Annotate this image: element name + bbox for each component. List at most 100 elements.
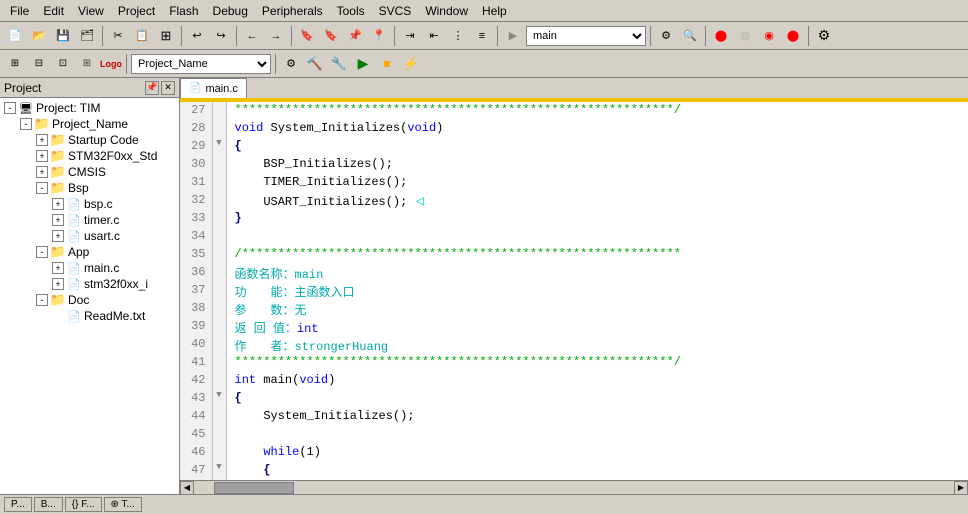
menu-tools[interactable]: Tools (331, 2, 371, 20)
project-tree[interactable]: - 🖥 Project: TIM - 📁 Project_Name + 📁 St… (0, 98, 179, 494)
scroll-thumb[interactable] (214, 482, 294, 494)
status-tab-project[interactable]: P... (4, 497, 32, 512)
table-row: 47 ▼ { (180, 462, 968, 480)
status-tab-build[interactable]: B... (34, 497, 63, 512)
bookmark4-button[interactable]: 📍 (368, 25, 390, 47)
menu-debug[interactable]: Debug (207, 2, 254, 20)
proj-build-button[interactable]: 🔨 (304, 53, 326, 75)
tree-item-bspc[interactable]: + 📄 bsp.c (50, 196, 177, 212)
toggle-project[interactable]: - (20, 118, 32, 130)
tool1-button[interactable]: ⚙ (655, 25, 677, 47)
table-row: 45 (180, 426, 968, 444)
tree-item-startup[interactable]: + 📁 Startup Code (34, 132, 177, 148)
tree-item-project[interactable]: - 📁 Project_Name (18, 116, 177, 132)
run-button[interactable]: ▶ (502, 25, 524, 47)
toggle-startup[interactable]: + (36, 134, 48, 146)
tree-item-timerc[interactable]: + 📄 timer.c (50, 212, 177, 228)
line-mark (212, 228, 226, 246)
proj-rebuild-button[interactable]: 🔧 (328, 53, 350, 75)
menu-peripherals[interactable]: Peripherals (256, 2, 329, 20)
debug1-button[interactable]: ⬤ (710, 25, 732, 47)
menu-window[interactable]: Window (419, 2, 474, 20)
nav-back-button[interactable]: ← (241, 25, 263, 47)
format2-button[interactable]: ≡ (471, 25, 493, 47)
tree-item-root[interactable]: - 🖥 Project: TIM (2, 100, 177, 116)
toggle-doc[interactable]: - (36, 294, 48, 306)
redo-button[interactable]: ↪ (210, 25, 232, 47)
paste-button[interactable]: ⊞ (155, 25, 177, 47)
proj-btn4[interactable]: ⊞ (76, 53, 98, 75)
editor-tab-mainc[interactable]: 📄 main.c (180, 78, 247, 98)
toggle-stm32[interactable]: + (36, 150, 48, 162)
line-number: 44 (180, 408, 212, 426)
proj-btn3[interactable]: ⊡ (52, 53, 74, 75)
panel-pin-button[interactable]: 📌 (145, 81, 159, 95)
toggle-root[interactable]: - (4, 102, 16, 114)
cut-button[interactable]: ✂ (107, 25, 129, 47)
menu-flash[interactable]: Flash (163, 2, 204, 20)
line-number: 45 (180, 426, 212, 444)
tree-item-usartc[interactable]: + 📄 usart.c (50, 228, 177, 244)
new-file-button[interactable]: 📄 (4, 25, 26, 47)
tree-item-doc[interactable]: - 📁 Doc (34, 292, 177, 308)
proj-stop-button[interactable]: ⏹ (376, 53, 398, 75)
project-name-combo[interactable]: Project_Name (131, 54, 271, 74)
proj-run-button[interactable]: ▶ (352, 53, 374, 75)
proj-configure-button[interactable]: ⚙ (280, 53, 302, 75)
line-mark: ▼ (212, 138, 226, 156)
tree-item-stm32c[interactable]: + 📄 stm32f0xx_i (50, 276, 177, 292)
tree-item-stm32[interactable]: + 📁 STM32F0xx_Std (34, 148, 177, 164)
line-mark (212, 300, 226, 318)
status-tab-templates[interactable]: ⊕ T... (104, 497, 142, 512)
indent-button[interactable]: ⇥ (399, 25, 421, 47)
code-view[interactable]: 27 *************************************… (180, 100, 968, 480)
open-file-button[interactable]: 📂 (28, 25, 50, 47)
toggle-bsp[interactable]: - (36, 182, 48, 194)
save-button[interactable]: 💾 (52, 25, 74, 47)
panel-close-button[interactable]: ✕ (161, 81, 175, 95)
proj-flash-button[interactable]: ⚡ (400, 53, 422, 75)
new-project-button[interactable]: ⊞ (4, 53, 26, 75)
copy-button[interactable]: 📋 (131, 25, 153, 47)
undo-button[interactable]: ↩ (186, 25, 208, 47)
save-all-button[interactable]: 🗂 (76, 25, 98, 47)
bookmark2-button[interactable]: 🔖 (320, 25, 342, 47)
tree-item-mainc[interactable]: + 📄 main.c (50, 260, 177, 276)
scroll-left-button[interactable]: ◀ (180, 481, 194, 495)
bookmark-button[interactable]: 🔖 (296, 25, 318, 47)
horizontal-scrollbar[interactable]: ◀ ▶ (180, 480, 968, 494)
menu-svcs[interactable]: SVCS (373, 2, 418, 20)
debug4-button[interactable]: ⬤ (782, 25, 804, 47)
debug2-button[interactable]: ◎ (734, 25, 756, 47)
target-combo[interactable]: main (526, 26, 646, 46)
debug3-button[interactable]: ◉ (758, 25, 780, 47)
menu-help[interactable]: Help (476, 2, 513, 20)
menu-edit[interactable]: Edit (37, 2, 70, 20)
proj-btn2[interactable]: ⊟ (28, 53, 50, 75)
toggle-timerc[interactable]: + (52, 214, 64, 226)
nav-forward-button[interactable]: → (265, 25, 287, 47)
tree-label-startup: Startup Code (68, 133, 139, 147)
toggle-stm32c[interactable]: + (52, 278, 64, 290)
tree-item-readme[interactable]: 📄 ReadMe.txt (50, 308, 177, 324)
separator-7 (650, 26, 651, 46)
scroll-track[interactable] (194, 482, 954, 494)
settings-button[interactable]: ⚙ (813, 25, 835, 47)
toggle-app[interactable]: - (36, 246, 48, 258)
menu-view[interactable]: View (72, 2, 110, 20)
scroll-right-button[interactable]: ▶ (954, 481, 968, 495)
tool2-button[interactable]: 🔍 (679, 25, 701, 47)
toggle-bspc[interactable]: + (52, 198, 64, 210)
menu-project[interactable]: Project (112, 2, 161, 20)
menu-file[interactable]: File (4, 2, 35, 20)
tree-item-cmsis[interactable]: + 📁 CMSIS (34, 164, 177, 180)
bookmark3-button[interactable]: 📌 (344, 25, 366, 47)
status-tab-functions[interactable]: {} F... (65, 497, 102, 512)
toggle-usartc[interactable]: + (52, 230, 64, 242)
unindent-button[interactable]: ⇤ (423, 25, 445, 47)
tree-item-app[interactable]: - 📁 App (34, 244, 177, 260)
toggle-cmsis[interactable]: + (36, 166, 48, 178)
tree-item-bsp[interactable]: - 📁 Bsp (34, 180, 177, 196)
format-button[interactable]: ⋮ (447, 25, 469, 47)
toggle-mainc[interactable]: + (52, 262, 64, 274)
